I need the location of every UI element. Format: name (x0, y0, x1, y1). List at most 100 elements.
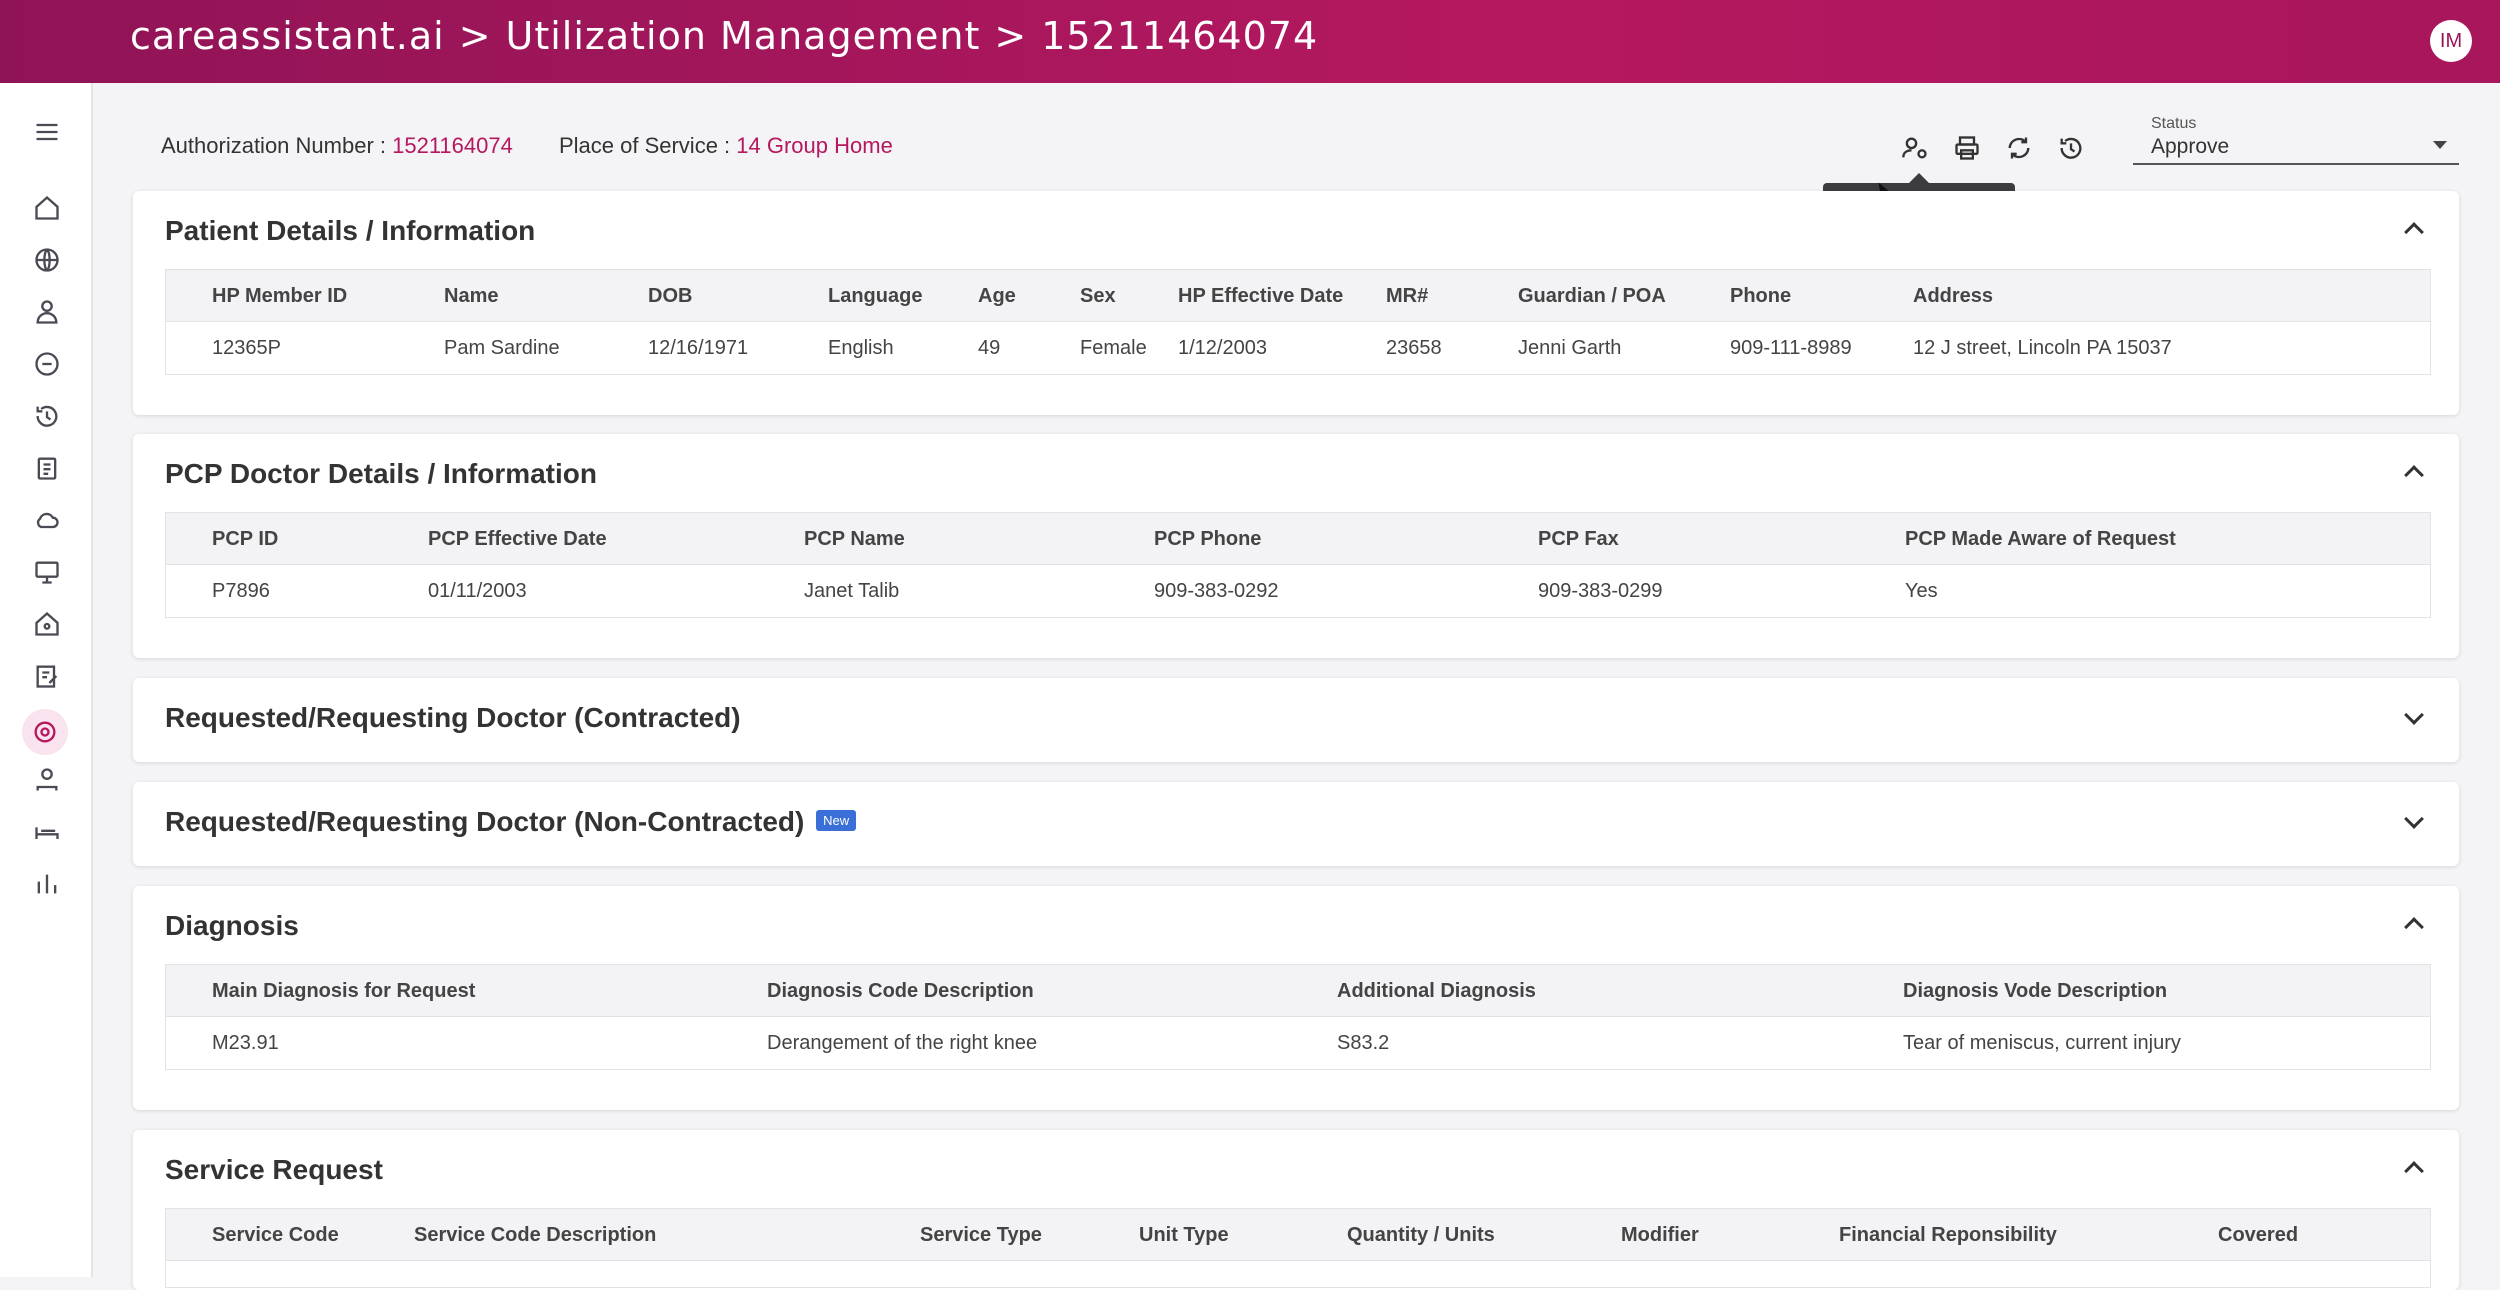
diagnosis-table: Main Diagnosis for Request Diagnosis Cod… (165, 964, 2431, 1070)
col-header: Guardian / POA (1518, 285, 1666, 307)
table-row: 12365P Pam Sardine 12/16/1971 English 49… (166, 322, 2430, 374)
col-header: HP Effective Date (1178, 285, 1344, 307)
col-header: Language (828, 285, 923, 307)
collapse-icon[interactable] (2404, 1161, 2424, 1181)
toolbar (1898, 131, 2088, 165)
col-header: Modifier (1621, 1224, 1699, 1246)
avatar[interactable]: IM (2430, 20, 2472, 62)
breadcrumb-separator: > (994, 14, 1028, 58)
table-cell: Yes (1905, 580, 1938, 602)
col-header: Covered (2218, 1224, 2299, 1246)
col-header: Service Code Description (414, 1224, 657, 1246)
auth-number-value: 1521164074 (392, 133, 513, 158)
house-heart-icon[interactable] (28, 605, 66, 643)
status-select[interactable]: Status Approve (2133, 113, 2459, 165)
pcp-details-title[interactable]: PCP Doctor Details / Information (165, 458, 597, 490)
360-icon[interactable] (28, 345, 66, 383)
print-icon[interactable] (1950, 131, 1984, 165)
expand-icon[interactable] (2404, 809, 2424, 829)
col-header: PCP ID (212, 528, 279, 550)
breadcrumb-separator: > (458, 14, 492, 58)
status-value: Approve (2151, 135, 2230, 158)
collapse-icon[interactable] (2404, 917, 2424, 937)
breadcrumb: careassistant.ai > Utilization Management >… (130, 14, 1318, 58)
table-cell: P7896 (212, 580, 270, 602)
col-header: PCP Name (804, 528, 905, 550)
service-request-title[interactable]: Service Request (165, 1154, 383, 1186)
table-cell: 01/11/2003 (428, 580, 527, 602)
requested-doctor-noncontracted-card[interactable]: Requested/Requesting Doctor (Non-Contrac… (133, 782, 2459, 866)
users-icon[interactable] (28, 293, 66, 331)
col-header: Main Diagnosis for Request (212, 980, 476, 1002)
collapse-icon[interactable] (2404, 222, 2424, 242)
col-header: PCP Made Aware of Request (1905, 528, 2176, 550)
col-header: Quantity / Units (1347, 1224, 1495, 1246)
table-cell: S83.2 (1337, 1032, 1390, 1054)
cloud-sync-icon[interactable] (28, 501, 66, 539)
service-table: Service Code Service Code Description Se… (165, 1208, 2431, 1288)
monitor-icon[interactable] (28, 553, 66, 591)
home-icon[interactable] (28, 189, 66, 227)
requested-doctor-contracted-title[interactable]: Requested/Requesting Doctor (Contracted) (165, 702, 741, 734)
col-header: Diagnosis Code Description (767, 980, 1034, 1002)
service-request-card: Service Request Service Code Service Cod… (133, 1130, 2459, 1290)
breadcrumb-utilization-management[interactable]: Utilization Management (506, 14, 981, 58)
expand-icon[interactable] (2404, 705, 2424, 725)
sidebar (0, 83, 93, 1277)
user-settings-icon[interactable] (28, 761, 66, 799)
requested-doctor-noncontracted-label: Requested/Requesting Doctor (Non-Contrac… (165, 806, 805, 837)
col-header: Address (1913, 285, 1994, 307)
table-row: M23.91 Derangement of the right knee S83… (166, 1017, 2430, 1069)
col-header: Unit Type (1139, 1224, 1229, 1246)
requested-doctor-contracted-card[interactable]: Requested/Requesting Doctor (Contracted) (133, 678, 2459, 762)
col-header: PCP Phone (1154, 528, 1262, 550)
table-cell: M23.91 (212, 1032, 279, 1054)
new-badge: New (816, 810, 857, 832)
requested-doctor-noncontracted-title[interactable]: Requested/Requesting Doctor (Non-Contrac… (165, 806, 857, 838)
table-cell: Female (1080, 337, 1147, 359)
col-header: Phone (1730, 285, 1792, 307)
pcp-table: PCP ID PCP Effective Date PCP Name PCP P… (165, 512, 2431, 618)
col-header: DOB (648, 285, 693, 307)
table-cell: Jenni Garth (1518, 337, 1622, 359)
patient-details-title[interactable]: Patient Details / Information (165, 215, 535, 247)
table-cell: 12365P (212, 337, 281, 359)
brand-logo[interactable]: careassistant.ai (130, 14, 445, 58)
bar-chart-icon[interactable] (28, 865, 66, 903)
table-cell: 1/12/2003 (1178, 337, 1267, 359)
col-header: PCP Fax (1538, 528, 1619, 550)
reassign-icon[interactable] (1898, 131, 1932, 165)
auth-number-label: Authorization Number : (161, 133, 393, 158)
col-header: PCP Effective Date (428, 528, 607, 550)
table-cell: 909-383-0292 (1154, 580, 1279, 602)
table-cell: Tear of meniscus, current injury (1903, 1032, 2181, 1054)
place-of-service-label: Place of Service : (558, 133, 737, 158)
table-cell: Janet Talib (804, 580, 900, 602)
collapse-icon[interactable] (2404, 465, 2424, 485)
col-header: MR# (1386, 285, 1429, 307)
diagnosis-title[interactable]: Diagnosis (165, 910, 299, 942)
target-icon[interactable] (22, 709, 68, 755)
col-header: Sex (1080, 285, 1116, 307)
edit-note-icon[interactable] (28, 657, 66, 695)
patient-details-card: Patient Details / Information HP Member … (133, 191, 2459, 415)
history-icon[interactable] (28, 397, 66, 435)
table-header: Service Code Service Code Description Se… (166, 1209, 2430, 1261)
breadcrumb-auth-id: 15211464074 (1041, 14, 1319, 58)
col-header: Age (978, 285, 1016, 307)
history-icon[interactable] (2054, 131, 2088, 165)
menu-icon[interactable] (28, 113, 66, 151)
table-cell: 49 (978, 337, 1001, 359)
globe-icon[interactable] (28, 241, 66, 279)
patient-table: HP Member ID Name DOB Language Age Sex H… (165, 269, 2431, 375)
app-header: careassistant.ai > Utilization Management >… (0, 0, 2500, 83)
sync-icon[interactable] (2002, 131, 2036, 165)
pcp-details-card: PCP Doctor Details / Information PCP ID … (133, 434, 2459, 658)
table-cell: 909-383-0299 (1538, 580, 1663, 602)
table-header: Main Diagnosis for Request Diagnosis Cod… (166, 965, 2430, 1017)
clipboard-icon[interactable] (28, 449, 66, 487)
col-header: Diagnosis Vode Description (1903, 980, 2168, 1002)
place-of-service-value: 14 Group Home (736, 133, 893, 158)
bed-icon[interactable] (28, 813, 66, 851)
authorization-bar: Authorization Number : 1521164074 Place … (161, 133, 933, 159)
